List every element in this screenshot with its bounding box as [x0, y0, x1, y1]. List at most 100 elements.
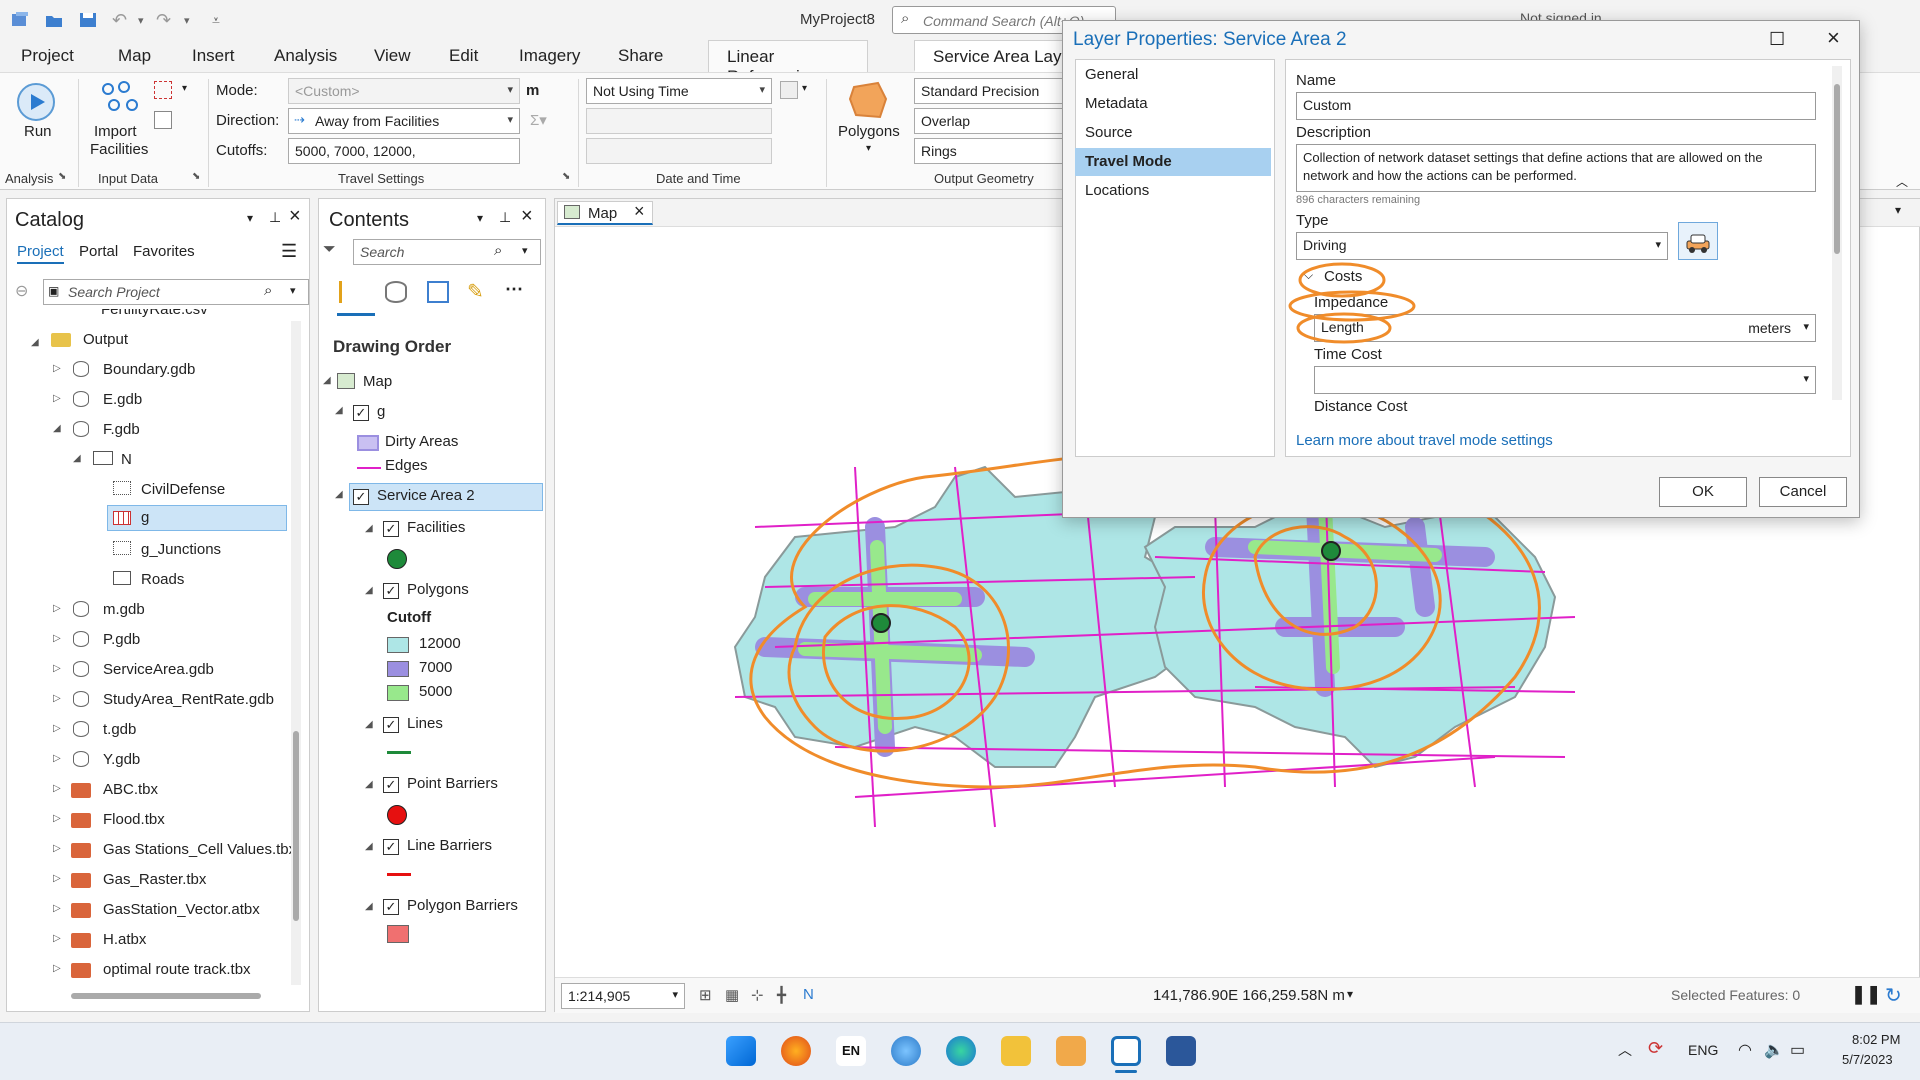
launcher-icon[interactable]: ⬊ [58, 171, 66, 182]
close-icon[interactable]: × [1827, 25, 1840, 51]
redo-dropdown-icon[interactable]: ▾ [184, 14, 204, 34]
expand-icon[interactable]: ▷ [53, 783, 61, 794]
collapse-icon[interactable]: ◢ [31, 337, 39, 348]
collapse-icon[interactable]: ◢ [365, 523, 373, 534]
wifi-icon[interactable]: ◠ [1738, 1040, 1752, 1060]
nav-locations[interactable]: Locations [1075, 177, 1271, 205]
tab-imagery[interactable]: Imagery [519, 46, 580, 66]
tree-item-civildefense[interactable]: CivilDefense [141, 481, 225, 498]
chevron-down-icon[interactable]: ▾ [182, 83, 187, 94]
tree-item-y[interactable]: Y.gdb [103, 751, 140, 768]
pin-icon[interactable]: ⊥ [269, 209, 281, 226]
run-button[interactable] [17, 83, 55, 121]
vertical-scrollbar[interactable] [291, 321, 301, 985]
collapse-ribbon-icon[interactable]: ︿ [1896, 173, 1908, 190]
horizontal-scrollbar[interactable] [15, 991, 285, 1001]
list-by-editing-icon[interactable]: ✎ [467, 279, 484, 304]
new-project-icon[interactable] [10, 10, 30, 30]
load-locations-icon[interactable] [154, 111, 172, 129]
learn-more-link[interactable]: Learn more about travel mode settings [1296, 432, 1553, 449]
point-barriers-checkbox[interactable]: ✓ [383, 777, 399, 793]
tab-linear-referencing[interactable]: Linear Referencing [708, 40, 868, 86]
tree-item-p[interactable]: P.gdb [103, 631, 140, 648]
overlap-select[interactable]: Overlap [914, 108, 1064, 134]
polygons-icon[interactable] [848, 79, 890, 121]
layer-line-barriers[interactable]: Line Barriers [407, 837, 492, 854]
language-indicator[interactable]: ENG [1688, 1042, 1718, 1058]
pause-icon[interactable]: ❚❚ [1851, 984, 1881, 1005]
collapse-icon[interactable]: ◢ [365, 585, 373, 596]
catalog-search-box[interactable]: ▣ Search Project ⌕ ▾ [43, 279, 309, 305]
globe-app-icon[interactable] [891, 1036, 921, 1066]
arcgis-pro-icon[interactable] [1111, 1036, 1141, 1066]
expand-icon[interactable]: ▷ [53, 873, 61, 884]
polygons-checkbox[interactable]: ✓ [383, 583, 399, 599]
collapse-icon[interactable]: ◢ [73, 453, 81, 464]
expand-icon[interactable]: ▷ [53, 933, 61, 944]
nav-general[interactable]: General [1075, 61, 1271, 89]
expand-icon[interactable]: ▷ [53, 723, 61, 734]
collapse-icon[interactable]: ◢ [53, 423, 61, 434]
undo-icon[interactable]: ↶ [112, 10, 132, 30]
expand-icon[interactable]: ▷ [53, 963, 61, 974]
tree-item-abc[interactable]: ABC.tbx [103, 781, 158, 798]
undo-dropdown-icon[interactable]: ▾ [138, 14, 158, 34]
grid-icon[interactable]: ▦ [725, 986, 739, 1004]
tab-edit[interactable]: Edit [449, 46, 478, 66]
selected-features[interactable]: Selected Features: 0 [1671, 987, 1800, 1003]
collapse-icon[interactable]: ◢ [335, 489, 343, 500]
tree-item-g-junctions[interactable]: g_Junctions [141, 541, 221, 558]
polygon-barriers-checkbox[interactable]: ✓ [383, 899, 399, 915]
tree-item-servicearea[interactable]: ServiceArea.gdb [103, 661, 214, 678]
list-by-source-icon[interactable] [385, 281, 407, 303]
scrollbar-thumb[interactable] [293, 731, 299, 921]
tree-item-roads[interactable]: Roads [141, 571, 184, 588]
expand-icon[interactable]: ▷ [53, 663, 61, 674]
tree-item-optimal[interactable]: optimal route track.tbx [103, 961, 251, 978]
north-arrow-icon[interactable]: N [803, 986, 814, 1003]
collapse-icon[interactable]: ◢ [365, 841, 373, 852]
layer-edges[interactable]: Edges [385, 457, 428, 474]
edge-icon[interactable] [946, 1036, 976, 1066]
layer-map[interactable]: Map [363, 373, 392, 390]
layer-service-area-checkbox[interactable]: ✓ [353, 489, 369, 505]
redo-icon[interactable]: ↷ [156, 10, 176, 30]
collapse-icon[interactable]: ◢ [365, 719, 373, 730]
customize-toolbar-icon[interactable]: ⩡ [212, 12, 232, 32]
launcher-icon[interactable]: ⬊ [192, 171, 200, 182]
fixed-zoom-icon[interactable]: ⊞ [699, 986, 712, 1004]
close-icon[interactable]: × [634, 201, 645, 222]
tree-item-n[interactable]: N [121, 451, 132, 468]
tree-item-f[interactable]: F.gdb [103, 421, 140, 438]
expand-icon[interactable]: ▷ [53, 753, 61, 764]
nav-source[interactable]: Source [1075, 119, 1271, 147]
expand-icon[interactable]: ▷ [53, 393, 61, 404]
collapse-icon[interactable]: ◢ [365, 779, 373, 790]
tree-item-fertility[interactable]: FertilityRate.csv [101, 309, 208, 318]
layer-lines[interactable]: Lines [407, 715, 443, 732]
mode-select[interactable]: <Custom> [288, 78, 520, 104]
tree-item-boundary[interactable]: Boundary.gdb [103, 361, 195, 378]
layer-g-checkbox[interactable]: ✓ [353, 405, 369, 421]
expand-icon[interactable]: ▷ [53, 603, 61, 614]
pin-icon[interactable]: ⊥ [499, 209, 511, 226]
chevron-down-icon[interactable]: ▾ [247, 211, 253, 225]
collapse-icon[interactable]: ◢ [335, 405, 343, 416]
tree-item-gas-cell[interactable]: Gas Stations_Cell Values.tbx [103, 841, 296, 858]
nav-metadata[interactable]: Metadata [1075, 90, 1271, 118]
refresh-icon[interactable]: ↻ [1885, 983, 1902, 1008]
clock-date[interactable]: 5/7/2023 [1842, 1052, 1893, 1067]
more-options-icon[interactable]: ⋯ [505, 279, 523, 300]
cancel-button[interactable]: Cancel [1759, 477, 1847, 507]
launcher-icon[interactable]: ⬊ [562, 171, 570, 182]
snapping-icon[interactable]: ⊹ [751, 986, 764, 1004]
tree-item-flood[interactable]: Flood.tbx [103, 811, 165, 828]
close-icon[interactable]: × [289, 205, 301, 228]
date-input[interactable] [586, 108, 772, 134]
start-icon[interactable] [726, 1036, 756, 1066]
tree-item-g[interactable]: g [141, 509, 149, 526]
maximize-icon[interactable]: ☐ [1769, 29, 1785, 50]
clock-time[interactable]: 8:02 PM [1852, 1032, 1900, 1047]
layer-polygons[interactable]: Polygons [407, 581, 469, 598]
photos-icon[interactable] [1056, 1036, 1086, 1066]
